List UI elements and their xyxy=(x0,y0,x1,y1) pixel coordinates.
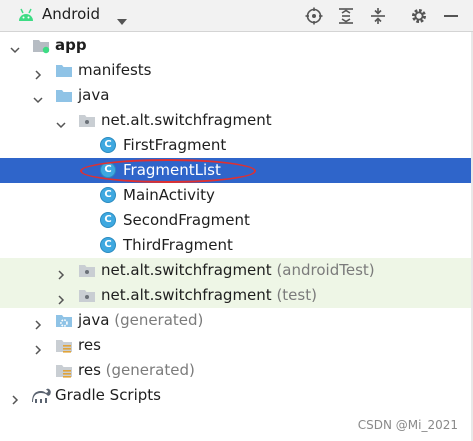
package-icon xyxy=(78,262,96,279)
folder-icon xyxy=(55,62,73,79)
class-icon: C xyxy=(100,187,118,204)
tree-label: Gradle Scripts xyxy=(55,386,161,404)
tree-label-suffix: (generated) xyxy=(114,311,204,329)
tree-node-package-android-test[interactable]: net.alt.switchfragment (androidTest) xyxy=(0,258,473,283)
class-icon: C xyxy=(100,137,118,154)
tree-label: net.alt.switchfragment (androidTest) xyxy=(101,261,375,279)
generated-folder-icon xyxy=(55,312,73,329)
chevron-right-icon[interactable] xyxy=(33,65,43,80)
expand-all-icon[interactable] xyxy=(335,5,357,27)
chevron-down-icon[interactable] xyxy=(33,90,43,104)
tree-node-res[interactable]: res xyxy=(0,333,473,358)
tree-node-second-fragment[interactable]: C SecondFragment xyxy=(0,208,473,233)
tree-node-manifests[interactable]: manifests xyxy=(0,58,473,83)
tree-label: FirstFragment xyxy=(123,136,227,154)
tree-label: res (generated) xyxy=(78,361,195,379)
dropdown-caret-icon[interactable] xyxy=(116,11,128,30)
chevron-right-icon[interactable] xyxy=(33,340,43,355)
chevron-down-icon[interactable] xyxy=(56,115,66,129)
watermark: CSDN @Mi_2021 xyxy=(357,418,458,432)
tree-label-suffix: (androidTest) xyxy=(276,261,375,279)
chevron-down-icon[interactable] xyxy=(10,40,20,54)
gradle-icon xyxy=(31,387,53,404)
chevron-right-icon[interactable] xyxy=(10,390,20,405)
tree-label: java (generated) xyxy=(78,311,204,329)
folder-icon xyxy=(55,87,73,104)
tree-label-suffix: (test) xyxy=(276,286,317,304)
tree-node-third-fragment[interactable]: C ThirdFragment xyxy=(0,233,473,258)
chevron-right-icon[interactable] xyxy=(56,290,66,305)
resource-folder-icon xyxy=(55,337,73,354)
locate-icon[interactable] xyxy=(303,5,325,27)
tree-node-res-generated[interactable]: res (generated) xyxy=(0,358,473,383)
tree-node-gradle-scripts[interactable]: Gradle Scripts xyxy=(0,383,473,408)
android-icon xyxy=(17,7,35,26)
tree-label: res xyxy=(78,336,101,354)
chevron-right-icon[interactable] xyxy=(56,265,66,280)
hide-icon[interactable] xyxy=(440,5,462,27)
resource-folder-icon xyxy=(55,362,73,379)
tree-node-package-test[interactable]: net.alt.switchfragment (test) xyxy=(0,283,473,308)
tree-node-first-fragment[interactable]: C FirstFragment xyxy=(0,133,473,158)
package-icon xyxy=(78,112,96,129)
gear-icon[interactable] xyxy=(408,5,430,27)
class-icon: C xyxy=(100,212,118,229)
module-folder-icon xyxy=(32,37,50,54)
class-icon: C xyxy=(100,237,118,254)
tree-node-java-generated[interactable]: java (generated) xyxy=(0,308,473,333)
package-icon xyxy=(78,287,96,304)
annotation-ellipse xyxy=(80,159,256,183)
tree-label: app xyxy=(55,36,87,54)
tree-node-app[interactable]: app xyxy=(0,33,473,58)
tree-label: ThirdFragment xyxy=(123,236,233,254)
tree-node-package-main[interactable]: net.alt.switchfragment xyxy=(0,108,473,133)
tree-label: net.alt.switchfragment xyxy=(101,111,272,129)
tree-node-java[interactable]: java xyxy=(0,83,473,108)
tree-label: net.alt.switchfragment (test) xyxy=(101,286,317,304)
tree-label: java xyxy=(78,86,110,104)
tree-label: MainActivity xyxy=(123,186,215,204)
tree-node-main-activity[interactable]: C MainActivity xyxy=(0,183,473,208)
tree-label-suffix: (generated) xyxy=(105,361,195,379)
chevron-right-icon[interactable] xyxy=(33,315,43,330)
tree-label: SecondFragment xyxy=(123,211,250,229)
collapse-all-icon[interactable] xyxy=(367,5,389,27)
project-toolbar: Android xyxy=(0,0,473,32)
view-selector-label[interactable]: Android xyxy=(42,5,100,23)
tree-label: manifests xyxy=(78,61,152,79)
